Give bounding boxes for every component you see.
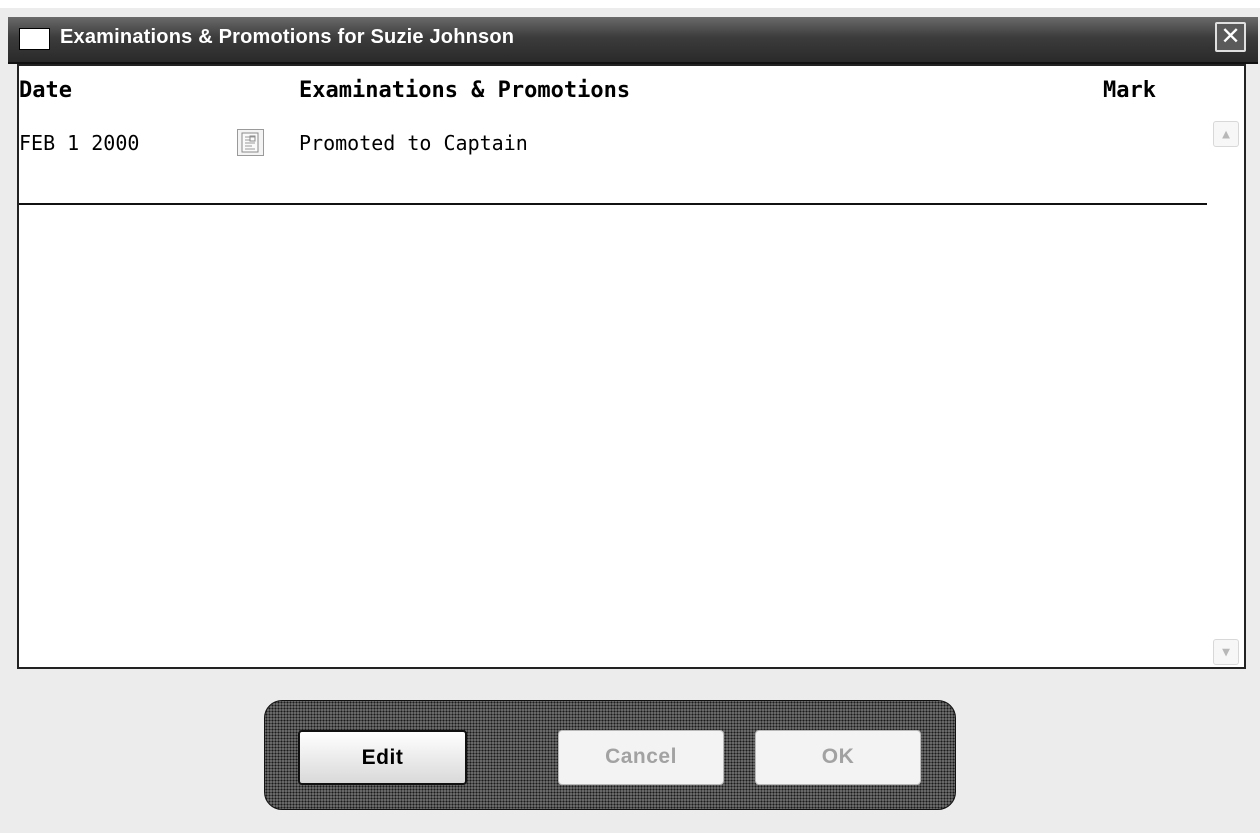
vertical-scrollbar[interactable]: ▲ ▼ [1209,119,1244,667]
table-row[interactable]: FEB 1 2000 Promoted to Captain [19,119,1207,205]
column-header-mark[interactable]: Mark [1103,78,1156,103]
close-button[interactable]: ✕ [1215,22,1246,52]
background-strip [0,0,1260,8]
close-icon: ✕ [1220,22,1241,50]
button-panel: Edit Cancel OK [264,700,956,810]
row-description: Promoted to Captain [299,131,528,155]
window-title: Examinations & Promotions for Suzie John… [60,26,515,48]
exam-list[interactable]: Date Examinations & Promotions Mark FEB … [17,64,1246,669]
cancel-button[interactable]: Cancel [558,730,724,785]
scroll-down-icon[interactable]: ▼ [1213,639,1239,665]
examinations-window: Examinations & Promotions for Suzie John… [8,17,1258,833]
document-icon[interactable] [237,129,264,156]
column-header-exam[interactable]: Examinations & Promotions [299,78,630,103]
column-header-date[interactable]: Date [19,78,72,103]
row-date: FEB 1 2000 [19,131,140,155]
title-bar[interactable]: Examinations & Promotions for Suzie John… [8,17,1258,64]
window-menu-icon[interactable] [19,28,50,50]
ok-button[interactable]: OK [755,730,921,785]
edit-button[interactable]: Edit [298,730,467,785]
scroll-up-icon[interactable]: ▲ [1213,121,1239,147]
